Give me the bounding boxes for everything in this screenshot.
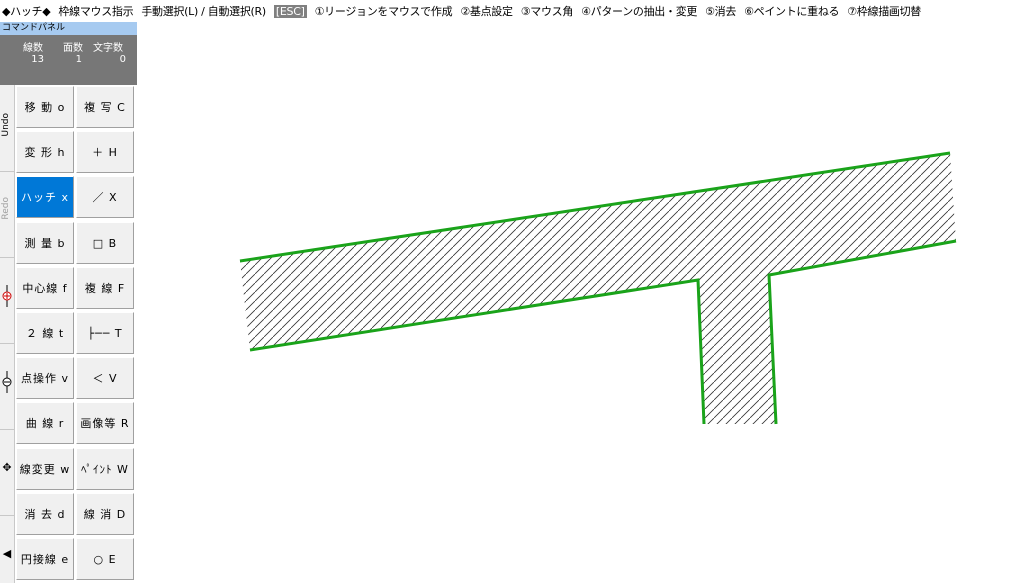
command-button-left-9[interactable]: 消 去 d	[16, 493, 74, 535]
strip-divider	[0, 515, 14, 516]
command-button-right-3[interactable]: □ B	[76, 222, 134, 264]
menu-select-mode[interactable]: 手動選択(L) / 自動選択(R)	[141, 3, 266, 19]
char-count-value: 0	[119, 54, 126, 65]
menu-base-point[interactable]: ②基点設定	[460, 3, 513, 19]
char-count-label: 文字数	[93, 43, 123, 54]
command-button-left-3[interactable]: 測 量 b	[16, 222, 74, 264]
strip-divider	[0, 429, 14, 430]
command-button-grid: 移 動 o変 形 h ハッチ x測 量 b 中心線 f２ 線 t 点操作 v曲 線 r…	[16, 86, 137, 583]
zoom-in-icon[interactable]	[1, 285, 13, 310]
boundary-line[interactable]	[767, 239, 957, 425]
line-count-label: 線数	[23, 43, 43, 54]
menu-erase[interactable]: ⑤消去	[705, 3, 736, 19]
drawing-svg	[239, 151, 957, 425]
command-button-right-1[interactable]: ＋ H	[76, 131, 134, 173]
menu-overlay-paint[interactable]: ⑥ペイントに重ねる	[744, 3, 839, 19]
undo-redo-strip: Undo Redo ✥ ◀	[0, 85, 15, 583]
command-button-left-2[interactable]: ハッチ x	[16, 176, 74, 218]
menu-frame-mouse[interactable]: 枠線マウス指示	[58, 3, 133, 19]
command-button-right-2[interactable]: ／ X	[76, 176, 134, 218]
command-button-right-9[interactable]: 線 消 D	[76, 493, 134, 535]
strip-divider	[0, 257, 14, 258]
redo-button[interactable]: Redo	[1, 197, 11, 220]
command-button-left-10[interactable]: 円接線 e	[16, 538, 74, 580]
command-button-right-5[interactable]: ├── T	[76, 312, 134, 354]
command-button-right-4[interactable]: 複 線 F	[76, 267, 134, 309]
face-count-value: 1	[75, 54, 82, 65]
command-button-right-0[interactable]: 複 写 C	[76, 86, 134, 128]
command-button-right-7[interactable]: 画像等 R	[76, 402, 134, 444]
mode-label: ◆ハッチ◆	[2, 5, 51, 18]
command-button-left-6[interactable]: 点操作 v	[16, 357, 74, 399]
esc-button[interactable]: [ESC]	[273, 4, 307, 18]
command-button-left-7[interactable]: 曲 線 r	[16, 402, 74, 444]
command-button-right-10[interactable]: ○ E	[76, 538, 134, 580]
command-button-left-0[interactable]: 移 動 o	[16, 86, 74, 128]
command-button-right-6[interactable]: ＜ V	[76, 357, 134, 399]
command-panel-title: コマンドパネル	[0, 22, 137, 35]
zoom-out-icon[interactable]	[1, 371, 13, 396]
face-count-label: 面数	[63, 43, 83, 54]
command-button-left-1[interactable]: 変 形 h	[16, 131, 74, 173]
line-count-value: 13	[31, 54, 44, 65]
drawing-canvas[interactable]	[138, 22, 1024, 583]
command-button-left-4[interactable]: 中心線 f	[16, 267, 74, 309]
menu-region-create[interactable]: ①リージョンをマウスで作成	[315, 3, 453, 19]
command-button-left-5[interactable]: ２ 線 t	[16, 312, 74, 354]
counter-panel: 線数 面数 文字数 13 1 0	[0, 35, 137, 85]
strip-divider	[0, 343, 14, 344]
instruction-bar: ◆ハッチ◆ 枠線マウス指示 手動選択(L) / 自動選択(R) [ESC] ①リ…	[0, 0, 1024, 22]
undo-button[interactable]: Undo	[1, 113, 11, 137]
menu-frame-toggle[interactable]: ⑦枠線描画切替	[847, 3, 921, 19]
hatch-region[interactable]	[240, 153, 956, 424]
arrow-left-icon[interactable]: ◀	[1, 547, 13, 560]
command-button-right-8[interactable]: ﾍﾟｲﾝﾄ W	[76, 448, 134, 490]
menu-mouse-angle[interactable]: ③マウス角	[521, 3, 574, 19]
command-button-left-8[interactable]: 線変更 w	[16, 448, 74, 490]
strip-divider	[0, 171, 14, 172]
menu-pattern-extract[interactable]: ④パターンの抽出・変更	[581, 3, 697, 19]
pan-move-icon[interactable]: ✥	[1, 461, 13, 474]
